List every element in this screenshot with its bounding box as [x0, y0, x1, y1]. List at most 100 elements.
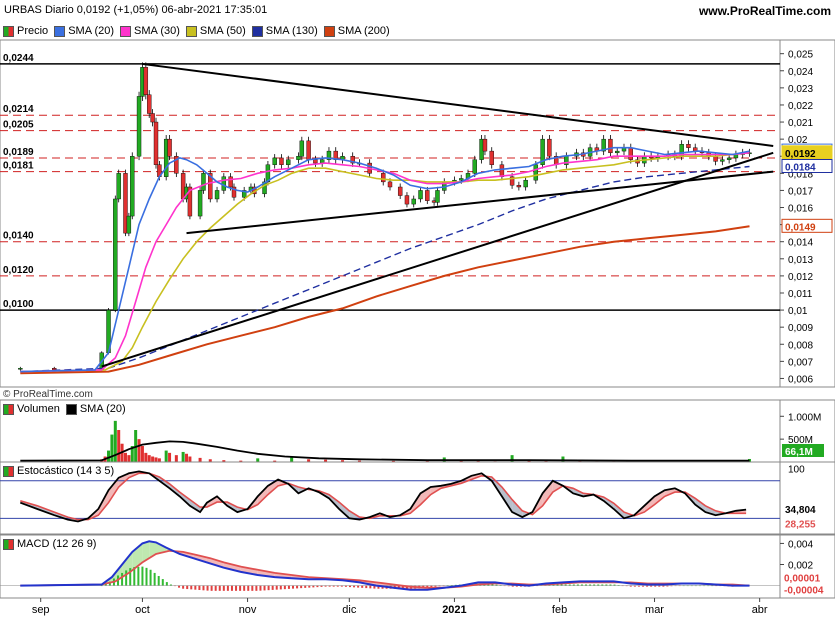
level-label: 0,0100 — [3, 299, 34, 310]
macd-y-tick-label: 0,004 — [788, 539, 813, 550]
volume-bar — [140, 446, 144, 462]
copyright: © ProRealTime.com — [3, 389, 93, 400]
price-y-tick-label: 0,007 — [788, 357, 813, 368]
macd-histogram-bar — [353, 585, 356, 588]
candle-body — [286, 159, 291, 165]
volume-bar — [110, 434, 114, 462]
macd-histogram-bar — [263, 585, 266, 591]
macd-histogram-bar — [259, 585, 262, 591]
candle-body — [418, 190, 423, 200]
volume-bar — [147, 455, 151, 462]
macd-histogram-bar — [153, 572, 156, 586]
macd-histogram-bar — [296, 585, 299, 589]
volume-last-tag: 66,1M — [785, 447, 813, 458]
price-y-tick-label: 0,008 — [788, 340, 813, 351]
volume-bar — [188, 456, 192, 462]
candle-body — [116, 173, 121, 200]
level-label: 0,0214 — [3, 104, 34, 115]
macd-histogram-bar — [275, 585, 278, 590]
volume-bar — [164, 450, 168, 462]
x-tick-label: oct — [135, 604, 150, 616]
price-y-tick-label: 0,016 — [788, 204, 813, 215]
candle-body — [499, 164, 505, 177]
sma50-swatch-icon — [185, 25, 197, 37]
macd-hist-tag: -0,00004 — [784, 586, 824, 597]
price-last-tag: 0,0149 — [785, 222, 816, 233]
macd-histogram-bar — [247, 585, 250, 591]
candle-body — [435, 190, 440, 203]
candle-body — [404, 195, 410, 205]
candle-body — [489, 150, 494, 165]
macd-histogram-bar — [121, 572, 124, 586]
macd-histogram-bar — [279, 585, 282, 590]
volume-bar — [174, 455, 178, 462]
volume-bar — [181, 451, 185, 462]
macd-histogram-bar — [287, 585, 290, 589]
candle-body — [147, 94, 152, 114]
level-label: 0,0120 — [3, 265, 34, 276]
candle-body — [113, 198, 118, 311]
macd-histogram-bar — [365, 585, 368, 589]
x-tick-label: mar — [645, 604, 664, 616]
volume-bar — [168, 452, 172, 462]
macd-histogram-bar — [178, 585, 181, 588]
price-y-tick-label: 0,023 — [788, 84, 813, 95]
volume-bar — [144, 452, 148, 462]
macd-histogram-bar — [141, 566, 144, 586]
candle-body — [615, 150, 620, 154]
macd-histogram-bar — [308, 585, 311, 588]
candle-body — [726, 157, 732, 160]
macd-histogram-bar — [271, 585, 274, 590]
volume-bar — [137, 439, 141, 462]
volume-bar — [154, 457, 158, 462]
stochastic-y-tick-label: 100 — [788, 464, 805, 475]
macd-legend: MACD (12 26 9) — [3, 537, 96, 551]
macd-histogram-bar — [161, 579, 164, 586]
candle-body — [313, 159, 318, 164]
macd-histogram-bar — [283, 585, 286, 590]
macd-histogram-bar — [125, 570, 128, 586]
candle-swatch-icon — [3, 25, 14, 37]
macd-histogram-bar — [157, 576, 160, 586]
macd-histogram-bar — [182, 585, 185, 589]
macd-histogram-bar — [235, 585, 238, 591]
macd-histogram-bar — [137, 566, 140, 586]
macd-last-tag: 0,00001 — [784, 574, 821, 585]
candle-body — [201, 173, 206, 191]
macd-histogram-bar — [206, 585, 209, 591]
volume-bar — [117, 430, 121, 462]
price-y-tick-label: 0,006 — [788, 374, 813, 385]
legend-sma20: SMA (20) — [68, 25, 115, 37]
price-last-tag: 0,0184 — [785, 162, 816, 173]
macd-histogram-bar — [165, 582, 168, 586]
volume-bar — [123, 452, 127, 462]
candle-body — [143, 67, 149, 95]
level-label: 0,0140 — [3, 231, 34, 242]
macd-histogram-bar — [312, 585, 315, 588]
volume-swatch-icon — [3, 403, 14, 415]
chart-canvas: 0,0250,0240,0230,0220,0210,020,0190,0180… — [0, 39, 835, 616]
macd-histogram-bar — [357, 585, 360, 588]
candle-body — [720, 159, 725, 162]
candle-body — [228, 176, 233, 188]
candle-body — [126, 215, 132, 234]
candle-body — [608, 138, 613, 154]
candle-body — [459, 178, 464, 181]
macd-histogram-bar — [218, 585, 221, 591]
macd-histogram-bar — [300, 585, 303, 589]
candle-body — [136, 96, 142, 157]
candle-body — [306, 140, 311, 160]
sma30-swatch-icon — [120, 25, 132, 37]
candle-body — [523, 179, 528, 188]
volume-bar — [151, 456, 155, 462]
legend-volume-sma: SMA (20) — [79, 403, 126, 415]
macd-histogram-bar — [304, 585, 307, 588]
candle-body — [153, 121, 159, 165]
candle-body — [411, 198, 416, 205]
sma20-swatch-icon — [54, 25, 66, 37]
volume-legend: Volumen SMA (20) — [3, 402, 126, 416]
legend-sma200: SMA (200) — [337, 25, 390, 37]
macd-histogram-bar — [267, 585, 270, 591]
price-y-tick-label: 0,012 — [788, 272, 813, 283]
price-y-tick-label: 0,022 — [788, 101, 813, 112]
